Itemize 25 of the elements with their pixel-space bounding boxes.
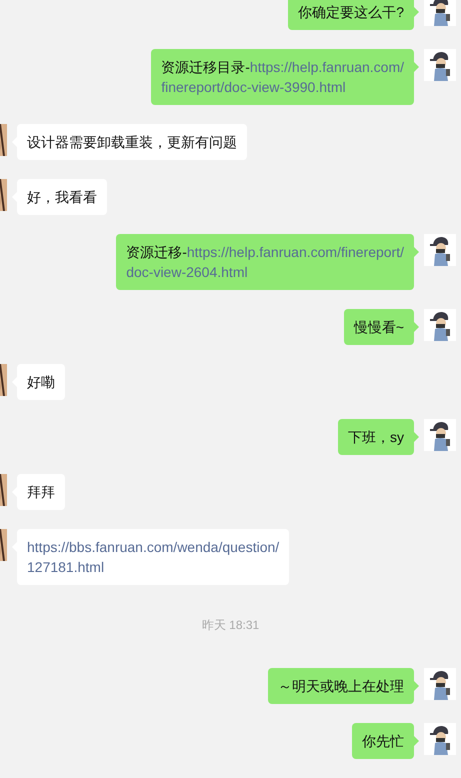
message-text: 资源迁移目录- <box>161 59 250 75</box>
message-link[interactable]: 127181.html <box>27 559 104 575</box>
message-text: 你确定要这么干? <box>298 4 404 20</box>
avatar-icon <box>424 0 456 26</box>
message-link[interactable]: https://help.fanruan.com/ <box>250 59 404 75</box>
timestamp: 昨天 18:31 <box>202 617 260 634</box>
message-link[interactable]: doc-view-2604.html <box>126 264 248 280</box>
avatar-icon <box>424 309 456 341</box>
message-link[interactable]: https://help.fanruan.com/finereport/ <box>186 244 404 260</box>
message-link[interactable]: finereport/doc-view-3990.html <box>161 79 346 95</box>
message-text: 你先忙 <box>362 733 404 749</box>
avatar-icon <box>424 234 456 266</box>
avatar-icon <box>424 49 456 81</box>
message-link[interactable]: https://bbs.fanruan.com/wenda/question/ <box>27 539 280 555</box>
message-text: 慢慢看~ <box>354 319 404 335</box>
avatar-icon <box>424 668 456 700</box>
message-text: 资源迁移- <box>126 244 187 260</box>
message-text: 下班，sy <box>348 429 404 445</box>
message-text: 设计器需要卸载重装，更新有问题 <box>27 134 237 150</box>
message-text: 好嘞 <box>27 374 55 390</box>
avatar-icon <box>424 723 456 755</box>
avatar-icon <box>424 419 456 451</box>
message-text: 好，我看看 <box>27 189 97 205</box>
message-text: 拜拜 <box>27 484 55 500</box>
message-text: ～明天或晚上在处理 <box>278 678 404 694</box>
